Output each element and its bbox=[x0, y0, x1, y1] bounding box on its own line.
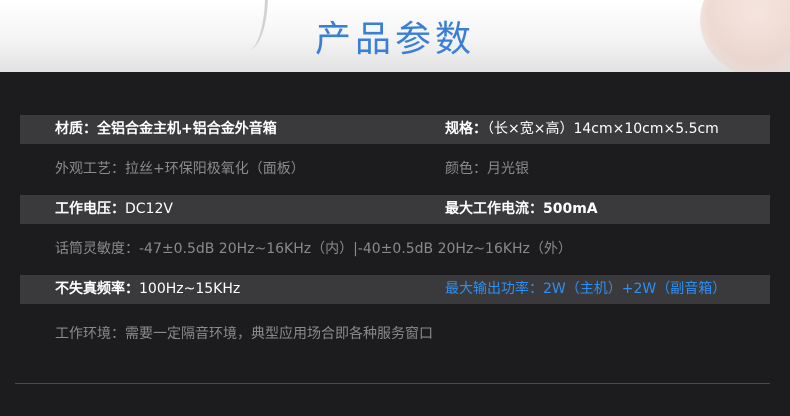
spec-label: 话筒灵敏度： bbox=[55, 241, 139, 257]
spec-label: 颜色： bbox=[445, 161, 487, 177]
divider-line bbox=[15, 383, 770, 384]
spec-value: -47±0.5dB 20Hz~16KHz（内）|-40±0.5dB 20Hz~1… bbox=[139, 241, 572, 257]
spec-max-output-power: 最大输出功率：2W（主机）+2W（副音箱） bbox=[445, 275, 726, 304]
spec-label: 最大输出功率： bbox=[445, 281, 543, 297]
spec-value: 需要一定隔音环境，典型应用场合即各种服务窗口 bbox=[125, 326, 433, 342]
spec-row-material: 材质：全铝合金主机+铝合金外音箱 规格：（长×宽×高）14cm×10cm×5.5… bbox=[20, 115, 770, 144]
spec-environment: 工作环境：需要一定隔音环境，典型应用场合即各种服务窗口 bbox=[55, 320, 433, 349]
spec-label: 最大工作电流： bbox=[445, 201, 543, 217]
spec-dimensions: 规格：（长×宽×高）14cm×10cm×5.5cm bbox=[445, 115, 719, 144]
spec-value: 全铝合金主机+铝合金外音箱 bbox=[97, 121, 277, 137]
spec-finish: 外观工艺：拉丝+环保阳极氧化（面板） bbox=[55, 155, 305, 184]
spec-row-frequency: 不失真频率：100Hz~15KHz 最大输出功率：2W（主机）+2W（副音箱） bbox=[20, 275, 770, 304]
spec-value: DC12V bbox=[125, 201, 173, 217]
spec-label: 工作环境： bbox=[55, 326, 125, 342]
spec-label: 材质： bbox=[55, 121, 97, 137]
spec-value: 100Hz~15KHz bbox=[139, 281, 241, 297]
spec-label: 不失真频率： bbox=[55, 281, 139, 297]
spec-value: 2W（主机）+2W（副音箱） bbox=[543, 281, 727, 297]
header-banner: 产品参数 bbox=[0, 0, 790, 72]
spec-frequency: 不失真频率：100Hz~15KHz bbox=[55, 275, 240, 304]
spec-material: 材质：全铝合金主机+铝合金外音箱 bbox=[55, 115, 277, 144]
spec-color: 颜色：月光银 bbox=[445, 155, 529, 184]
spec-label: 工作电压： bbox=[55, 201, 125, 217]
spec-mic-sensitivity: 话筒灵敏度：-47±0.5dB 20Hz~16KHz（内）|-40±0.5dB … bbox=[55, 235, 572, 264]
spec-row-environment: 工作环境：需要一定隔音环境，典型应用场合即各种服务窗口 bbox=[20, 320, 770, 349]
spec-voltage: 工作电压：DC12V bbox=[55, 195, 173, 224]
spec-row-voltage: 工作电压：DC12V 最大工作电流：500mA bbox=[20, 195, 770, 224]
spec-table: 材质：全铝合金主机+铝合金外音箱 规格：（长×宽×高）14cm×10cm×5.5… bbox=[20, 115, 770, 349]
spec-row-mic-sensitivity: 话筒灵敏度：-47±0.5dB 20Hz~16KHz（内）|-40±0.5dB … bbox=[20, 235, 770, 264]
spec-label: 外观工艺： bbox=[55, 161, 125, 177]
spec-row-finish: 外观工艺：拉丝+环保阳极氧化（面板） 颜色：月光银 bbox=[20, 155, 770, 184]
spec-value: （长×宽×高）14cm×10cm×5.5cm bbox=[487, 121, 719, 137]
page-title: 产品参数 bbox=[314, 19, 475, 60]
spec-value: 拉丝+环保阳极氧化（面板） bbox=[125, 161, 305, 177]
spec-value: 500mA bbox=[543, 201, 598, 217]
spec-label: 规格： bbox=[445, 121, 487, 137]
spec-value: 月光银 bbox=[487, 161, 529, 177]
spec-max-current: 最大工作电流：500mA bbox=[445, 195, 598, 224]
